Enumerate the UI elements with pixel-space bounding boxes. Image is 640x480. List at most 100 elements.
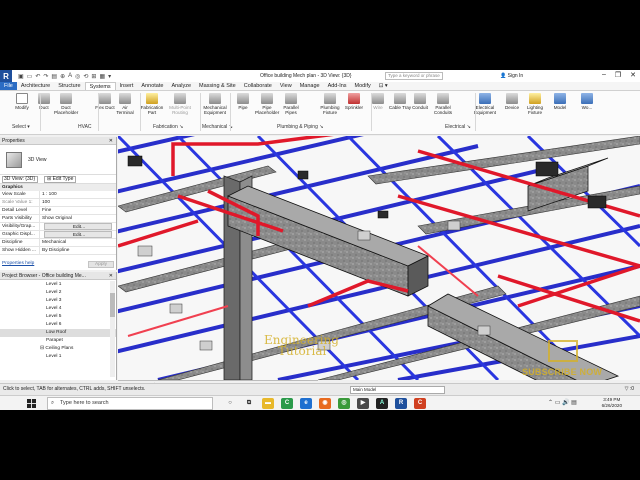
ribbon-panel-label[interactable]: HVAC [78,124,92,130]
modify-button[interactable]: Modify [10,93,34,110]
tab-file[interactable]: File [0,82,17,90]
ribbon-panel-label[interactable]: Plumbing & Piping ↘ [277,124,323,130]
multi-point-routing-button[interactable]: Multi-Point Routing [168,93,192,115]
close-icon[interactable]: ✕ [630,71,636,79]
device-button[interactable]: Device [500,93,524,110]
taskbar-search-input[interactable]: ⌕ Type here to search [47,397,213,410]
duct-placeholder-button[interactable]: Duct Placeholder [54,93,78,115]
edit-type-button[interactable]: ⊞ Edit Type [44,175,77,183]
tab-structure[interactable]: Structure [54,82,84,90]
conduit-button[interactable]: Conduit [408,93,432,110]
selection-filter[interactable]: ▽ :0 [625,384,634,395]
browser-scrollbar[interactable] [110,281,115,377]
quick-access-item[interactable]: ▾ [108,73,111,80]
browser-tree-item[interactable]: Level 1 [0,353,116,361]
quick-access-item[interactable]: ▤ [51,73,57,80]
property-value[interactable]: By Discipline [40,247,116,254]
tab-architecture[interactable]: Architecture [17,82,54,90]
firefox-icon[interactable]: ◉ [319,398,331,409]
sprinkler-button[interactable]: Sprinkler [342,93,366,110]
tab-collaborate[interactable]: Collaborate [240,82,276,90]
quick-access-item[interactable]: ◎ [75,73,80,80]
wire-button[interactable]: Wire [366,93,390,110]
taskbar-clock[interactable]: 3:49 PM 6/26/2020 [602,397,622,409]
browser-tree-item[interactable]: Level 4 [0,305,116,313]
tab--[interactable]: ⊡ ▾ [375,82,392,90]
autocad-icon[interactable]: A [376,398,388,409]
close-icon[interactable]: ✕ [109,137,113,145]
quick-access-item[interactable]: ▭ [27,73,33,80]
tab-manage[interactable]: Manage [296,82,324,90]
ribbon-panel-label[interactable]: Electrical ↘ [445,124,471,130]
quick-access-item[interactable]: ⟲ [83,73,88,80]
chrome-icon[interactable]: ◎ [338,398,350,409]
recorder-icon[interactable]: C [414,398,426,409]
property-edit-button[interactable]: Edit... [44,231,112,238]
scrollbar-thumb[interactable] [110,293,115,317]
electrical-equipment-button[interactable]: Electrical Equipment [473,93,497,115]
quick-access-item[interactable]: ↶ [35,73,40,80]
air-terminal-button[interactable]: Air Terminal [113,93,137,115]
parallel-pipes-button[interactable]: Parallel Pipes [279,93,303,115]
ribbon-panel-label[interactable]: Fabrication ↘ [153,124,183,130]
sign-in-link[interactable]: 👤 Sign In [500,73,523,79]
lighting-fixture-button[interactable]: Lighting Fixture [523,93,547,115]
fabrication-part-button[interactable]: Fabrication Part [140,93,164,115]
duct-button[interactable]: Duct [32,93,56,110]
camtasia-icon[interactable]: C [281,398,293,409]
browser-tree-item[interactable]: Parapet [0,337,116,345]
browser-tree-item[interactable]: Level 2 [0,289,116,297]
instance-dropdown[interactable]: 3D View: {3D} [2,175,38,183]
quick-access-item[interactable]: ⊕ [60,73,65,80]
properties-help-link[interactable]: Properties help [2,261,34,268]
restore-icon[interactable]: ❐ [615,71,621,79]
pipe-placeholder-button[interactable]: Pipe Placeholder [255,93,279,115]
file-explorer-icon[interactable]: ▬ [262,398,274,409]
task-view-icon[interactable]: ⧉ [243,398,255,409]
quick-access-item[interactable]: ▦ [99,73,105,80]
close-icon[interactable]: ✕ [109,272,113,280]
quick-access-item[interactable]: A [68,73,72,80]
browser-tree-item[interactable]: ⊟ Ceiling Plans [0,345,116,353]
help-search-input[interactable]: Type a keyword or phrase [385,72,443,80]
property-value[interactable]: 1 : 100 [40,191,116,198]
type-selector[interactable]: 3D View [0,145,116,175]
property-value[interactable]: Mechanical [40,239,116,246]
tab-view[interactable]: View [276,82,296,90]
quick-access-item[interactable]: ↷ [43,73,48,80]
graphics-group-header[interactable]: Graphics [0,184,116,191]
ribbon-panel-label[interactable]: Mechanical ↘ [202,124,233,130]
tab-analyze[interactable]: Analyze [167,82,195,90]
mechanical-equipment-button[interactable]: Mechanical Equipment [203,93,227,115]
property-value[interactable]: Show Original [40,215,116,222]
quick-access-item[interactable]: ⊞ [91,73,96,80]
wo--button[interactable]: Wo... [575,93,599,110]
tab-systems[interactable]: Systems [84,82,116,90]
minimize-icon[interactable]: – [602,71,606,79]
property-edit-button[interactable]: Edit... [44,223,112,230]
revit-icon[interactable]: R [395,398,407,409]
system-tray[interactable]: ⌃ ▭ 🔊 ▤ [548,399,577,406]
quick-access-item[interactable]: ▣ [18,73,24,80]
tab-insert[interactable]: Insert [116,82,138,90]
parallel-conduits-button[interactable]: Parallel Conduits [431,93,455,115]
browser-tree-item[interactable]: Level 6 [0,321,116,329]
active-workset-dropdown[interactable]: Main Model [350,386,445,394]
property-value[interactable]: Fine [40,207,116,214]
browser-tree-item[interactable]: Low Roof [0,329,116,337]
property-value[interactable]: 100 [40,199,116,206]
windows-start-icon[interactable] [27,399,36,408]
model-button[interactable]: Model [548,93,572,110]
tab-add-ins[interactable]: Add-Ins [324,82,351,90]
plumbing-fixture-button[interactable]: Plumbing Fixture [318,93,342,115]
tab-annotate[interactable]: Annotate [137,82,167,90]
ribbon-panel-label[interactable]: Select ▾ [12,124,30,130]
browser-tree-item[interactable]: Level 5 [0,313,116,321]
media-icon[interactable]: ▶ [357,398,369,409]
apply-button[interactable]: Apply [88,261,114,268]
browser-tree-item[interactable]: Level 3 [0,297,116,305]
browser-tree-item[interactable]: Level 1 [0,281,116,289]
tab-modify[interactable]: Modify [351,82,375,90]
edge-icon[interactable]: e [300,398,312,409]
pipe-button[interactable]: Pipe [231,93,255,110]
